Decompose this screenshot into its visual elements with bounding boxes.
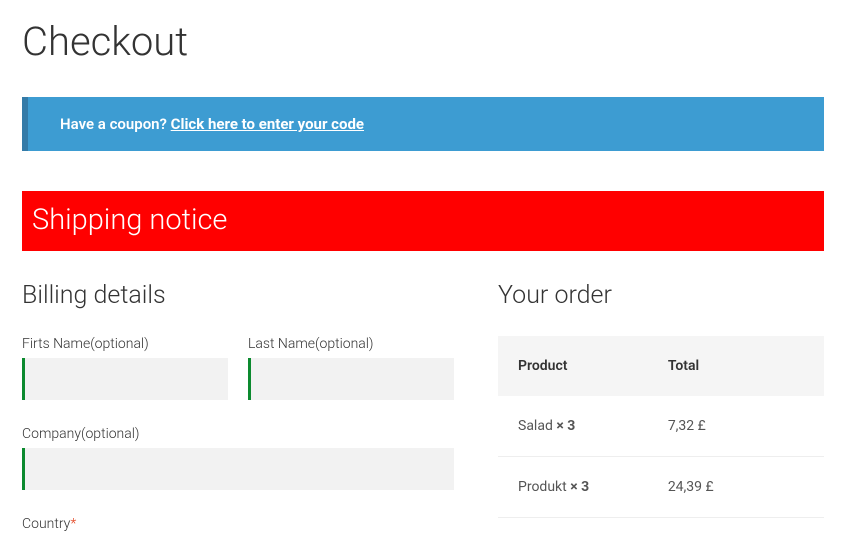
order-row: Salad × 3 7,32 £ [498, 396, 824, 457]
last-name-label: Last Name(optional) [248, 336, 454, 352]
billing-heading: Billing details [22, 281, 454, 310]
shipping-notice: Shipping notice [22, 191, 824, 251]
company-input[interactable] [22, 448, 454, 490]
coupon-prompt: Have a coupon? [60, 115, 171, 133]
order-item-total: 7,32 £ [668, 418, 804, 434]
last-name-input[interactable] [248, 358, 454, 400]
first-name-label: Firts Name(optional) [22, 336, 228, 352]
country-label: Country* [22, 516, 454, 532]
page-title: Checkout [22, 18, 824, 65]
order-table: Product Total Salad × 3 7,32 £ Produkt ×… [498, 336, 824, 518]
coupon-banner: Have a coupon? Click here to enter your … [22, 97, 824, 151]
order-item-total: 24,39 £ [668, 479, 804, 495]
order-item-name: Salad × 3 [518, 418, 668, 434]
coupon-link[interactable]: Click here to enter your code [171, 115, 364, 133]
order-heading: Your order [498, 281, 824, 310]
order-header-row: Product Total [498, 336, 824, 396]
order-header-total: Total [668, 358, 804, 374]
order-item-name: Produkt × 3 [518, 479, 668, 495]
order-header-product: Product [518, 358, 668, 374]
order-row: Produkt × 3 24,39 £ [498, 457, 824, 518]
first-name-input[interactable] [22, 358, 228, 400]
company-label: Company(optional) [22, 426, 454, 442]
